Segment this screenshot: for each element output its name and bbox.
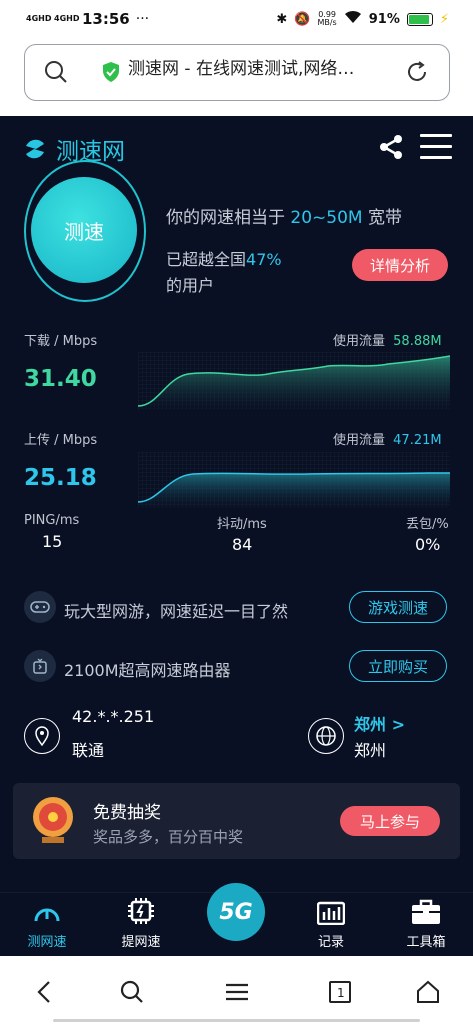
bar-chart-icon xyxy=(317,901,345,925)
jitter-value: 84 xyxy=(232,535,253,554)
tab-toolbox-label: 工具箱 xyxy=(406,935,446,950)
mute-icon: 🔕 xyxy=(294,11,311,27)
start-test-label: 测速 xyxy=(64,219,104,244)
share-icon[interactable] xyxy=(377,133,405,165)
refresh-icon[interactable] xyxy=(405,60,429,88)
speed-equivalence: 你的网速相当于 20~50M 宽带 xyxy=(166,203,402,228)
5g-icon[interactable]: 5G xyxy=(207,883,265,941)
tab-speed-test[interactable]: 测网速 xyxy=(17,897,77,950)
beat-percent: 47% xyxy=(246,250,282,269)
menu-nav-icon[interactable] xyxy=(224,974,257,1008)
battery-icon xyxy=(406,12,433,26)
wifi-icon xyxy=(344,10,362,28)
globe-icon xyxy=(308,718,344,754)
router-icon xyxy=(24,650,56,682)
download-usage-value: 58.88M xyxy=(393,334,442,349)
download-label: 下载 / Mbps xyxy=(24,334,98,349)
battery-percent: 91% xyxy=(368,11,400,27)
tab-boost-label: 提网速 xyxy=(121,935,161,950)
gamepad-icon xyxy=(24,591,56,623)
buy-now-button[interactable]: 立即购买 xyxy=(349,650,447,682)
svg-text:1: 1 xyxy=(337,986,345,1000)
download-speed: 31.40 xyxy=(24,366,97,392)
upload-usage-value: 47.21M xyxy=(393,433,442,448)
upload-chart xyxy=(138,452,450,508)
location-pin-icon xyxy=(24,718,60,754)
tab-speed-test-label: 测网速 xyxy=(27,935,67,950)
ping-value: 15 xyxy=(42,532,63,551)
browser-address-bar: 测速网 - 在线网速测试,网络… xyxy=(0,38,473,116)
status-bar: 4GHD 4GHD 13:56 ··· ✱ 🔕 0.99 MB/s 91% ⚡ xyxy=(0,0,473,38)
tab-records-label: 记录 xyxy=(317,935,344,950)
search-icon[interactable] xyxy=(44,60,68,88)
start-test-button[interactable]: 测速 xyxy=(31,177,137,283)
beat-suffix: 的用户 xyxy=(166,276,215,295)
back-icon[interactable] xyxy=(34,980,56,1008)
ping-label: PING/ms xyxy=(24,513,80,528)
tab-boost[interactable]: 提网速 xyxy=(111,897,171,950)
page-title[interactable]: 测速网 - 在线网速测试,网络… xyxy=(128,54,398,79)
upload-usage: 使用流量 47.21M xyxy=(333,429,442,448)
speed-range: 20~50M xyxy=(290,208,363,228)
tab-toolbox[interactable]: 工具箱 xyxy=(396,897,456,950)
beat-percentage: 已超越全国47% xyxy=(166,246,282,270)
beat-prefix: 已超越全国 xyxy=(166,250,247,269)
more-notifications: ··· xyxy=(135,11,150,27)
lottery-subtitle: 奖品多多，百分百中奖 xyxy=(93,828,244,846)
server-city: 郑州 xyxy=(354,741,387,760)
search-nav-icon[interactable] xyxy=(120,980,144,1008)
secure-shield-icon xyxy=(101,61,121,87)
jitter-label: 抖动/ms xyxy=(217,517,267,532)
detail-analysis-button[interactable]: 详情分析 xyxy=(352,249,448,281)
gesture-indicator xyxy=(53,1019,420,1022)
loss-value: 0% xyxy=(415,535,441,554)
upload-speed: 25.18 xyxy=(24,465,97,491)
lottery-title: 免费抽奖 xyxy=(93,803,161,823)
tab-5g-label: 5G xyxy=(219,899,253,925)
home-icon[interactable] xyxy=(416,980,440,1008)
menu-icon[interactable] xyxy=(420,134,452,160)
isp-name: 联通 xyxy=(72,741,105,760)
download-usage-label: 使用流量 xyxy=(333,334,386,349)
charging-icon: ⚡ xyxy=(439,11,449,27)
game-promo-text: 玩大型网游，网速延迟一目了然 xyxy=(64,602,289,621)
speed-prefix: 你的网速相当于 xyxy=(166,208,285,228)
network-indicator-1: 4GHD xyxy=(26,14,52,23)
speed-suffix: 宽带 xyxy=(368,208,402,228)
upload-label: 上传 / Mbps xyxy=(24,433,98,448)
clock: 13:56 xyxy=(82,10,130,28)
join-lottery-button[interactable]: 马上参与 xyxy=(340,806,440,836)
speedometer-icon xyxy=(34,908,60,922)
logo-icon xyxy=(26,139,44,159)
download-usage: 使用流量 58.88M xyxy=(333,330,442,349)
tabs-count-icon[interactable]: 1 xyxy=(328,980,352,1008)
chip-boost-icon xyxy=(128,898,154,924)
network-speed: 0.99 MB/s xyxy=(317,10,337,27)
game-speed-test-button[interactable]: 游戏测速 xyxy=(349,591,447,623)
tab-records[interactable]: 记录 xyxy=(301,897,361,950)
router-promo-text: 2100M超高网速路由器 xyxy=(64,661,231,680)
upload-usage-label: 使用流量 xyxy=(333,433,386,448)
ip-address: 42.*.*.251 xyxy=(72,707,155,726)
city-selector-link[interactable]: 郑州 > xyxy=(354,711,405,735)
prize-wheel-icon xyxy=(30,795,76,851)
download-chart xyxy=(138,352,450,410)
network-indicator-2: 4GHD xyxy=(54,14,80,23)
bluetooth-icon: ✱ xyxy=(276,11,288,27)
loss-label: 丢包/% xyxy=(406,517,449,532)
toolbox-icon xyxy=(412,899,440,924)
